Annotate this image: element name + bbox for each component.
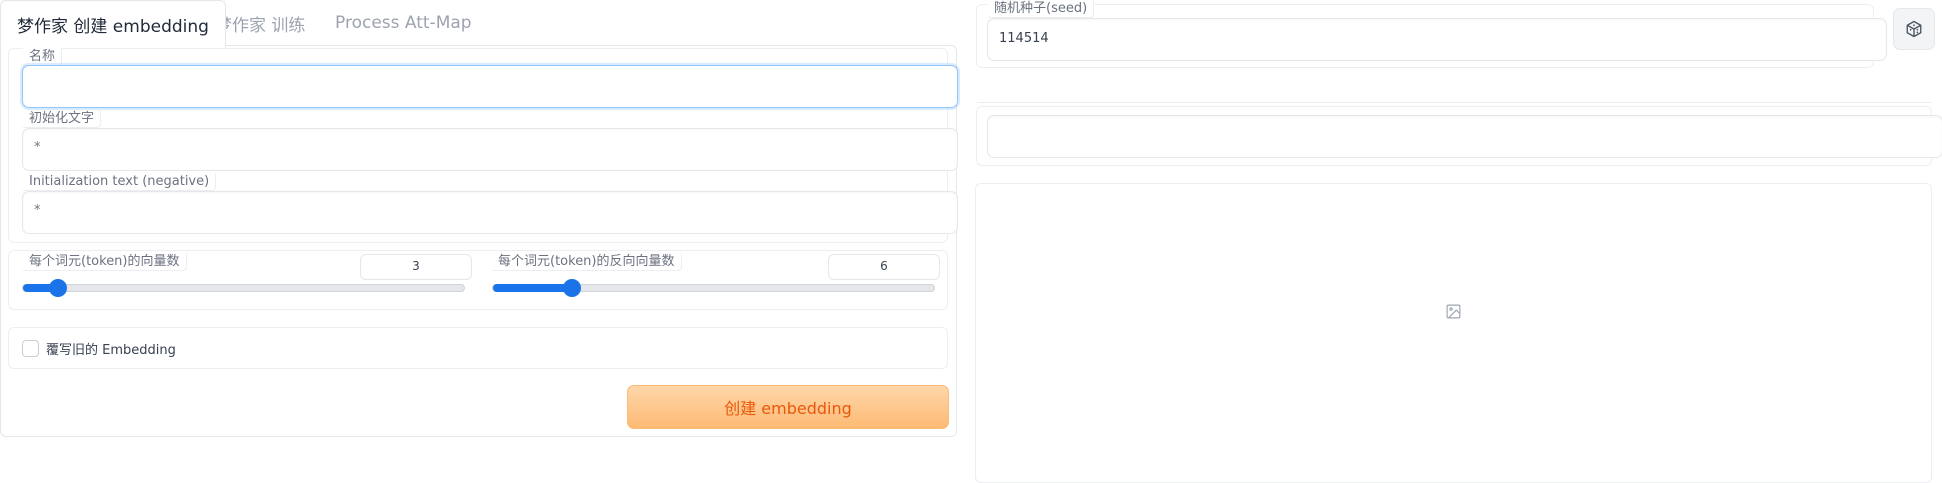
tab-label: Process Att-Map [335,13,472,33]
output-image-panel [975,183,1932,483]
init-text-negative-label: Initialization text (negative) [23,173,217,191]
dice-icon [1906,20,1922,38]
negative-vectors-per-token-label: 每个词元(token)的反向向量数 [492,253,682,271]
tab-process-att-map[interactable]: Process Att-Map [335,0,472,46]
create-embedding-button[interactable]: 创建 embedding [627,385,949,429]
divider [977,102,1932,103]
negative-vectors-per-token-number[interactable]: 6 [828,254,940,280]
init-text-label: 初始化文字 [23,110,102,128]
init-text-value: * [34,140,41,155]
init-text-input[interactable]: * [22,128,958,171]
vectors-per-token-label: 每个词元(token)的向量数 [23,253,187,271]
init-text-negative-value: * [34,203,41,218]
seed-value: 114514 [999,31,1049,46]
overwrite-checkbox[interactable] [22,340,39,357]
seed-input[interactable]: 114514 [987,18,1887,61]
vectors-per-token-number[interactable]: 3 [360,254,472,280]
seed-label: 随机种子(seed) [988,0,1095,18]
tab-create-embedding[interactable]: 梦作家 创建 embedding [0,0,226,48]
image-placeholder-icon [1446,304,1461,319]
init-text-negative-input[interactable]: * [22,191,958,234]
name-input[interactable] [22,65,958,108]
output-text-box[interactable] [987,115,1942,158]
tab-label: 梦作家 创建 embedding [17,16,209,37]
negative-vectors-per-token-slider[interactable] [492,279,935,297]
slider-fill [493,284,573,292]
overwrite-label: 覆写旧的 Embedding [46,343,176,358]
create-embedding-button-label: 创建 embedding [724,399,852,418]
vectors-per-token-slider[interactable] [22,279,465,297]
random-seed-button[interactable] [1893,8,1935,50]
tab-train[interactable]: 梦作家 训练 [215,0,305,46]
name-label: 名称 [23,48,63,66]
tab-label: 梦作家 训练 [215,15,306,36]
